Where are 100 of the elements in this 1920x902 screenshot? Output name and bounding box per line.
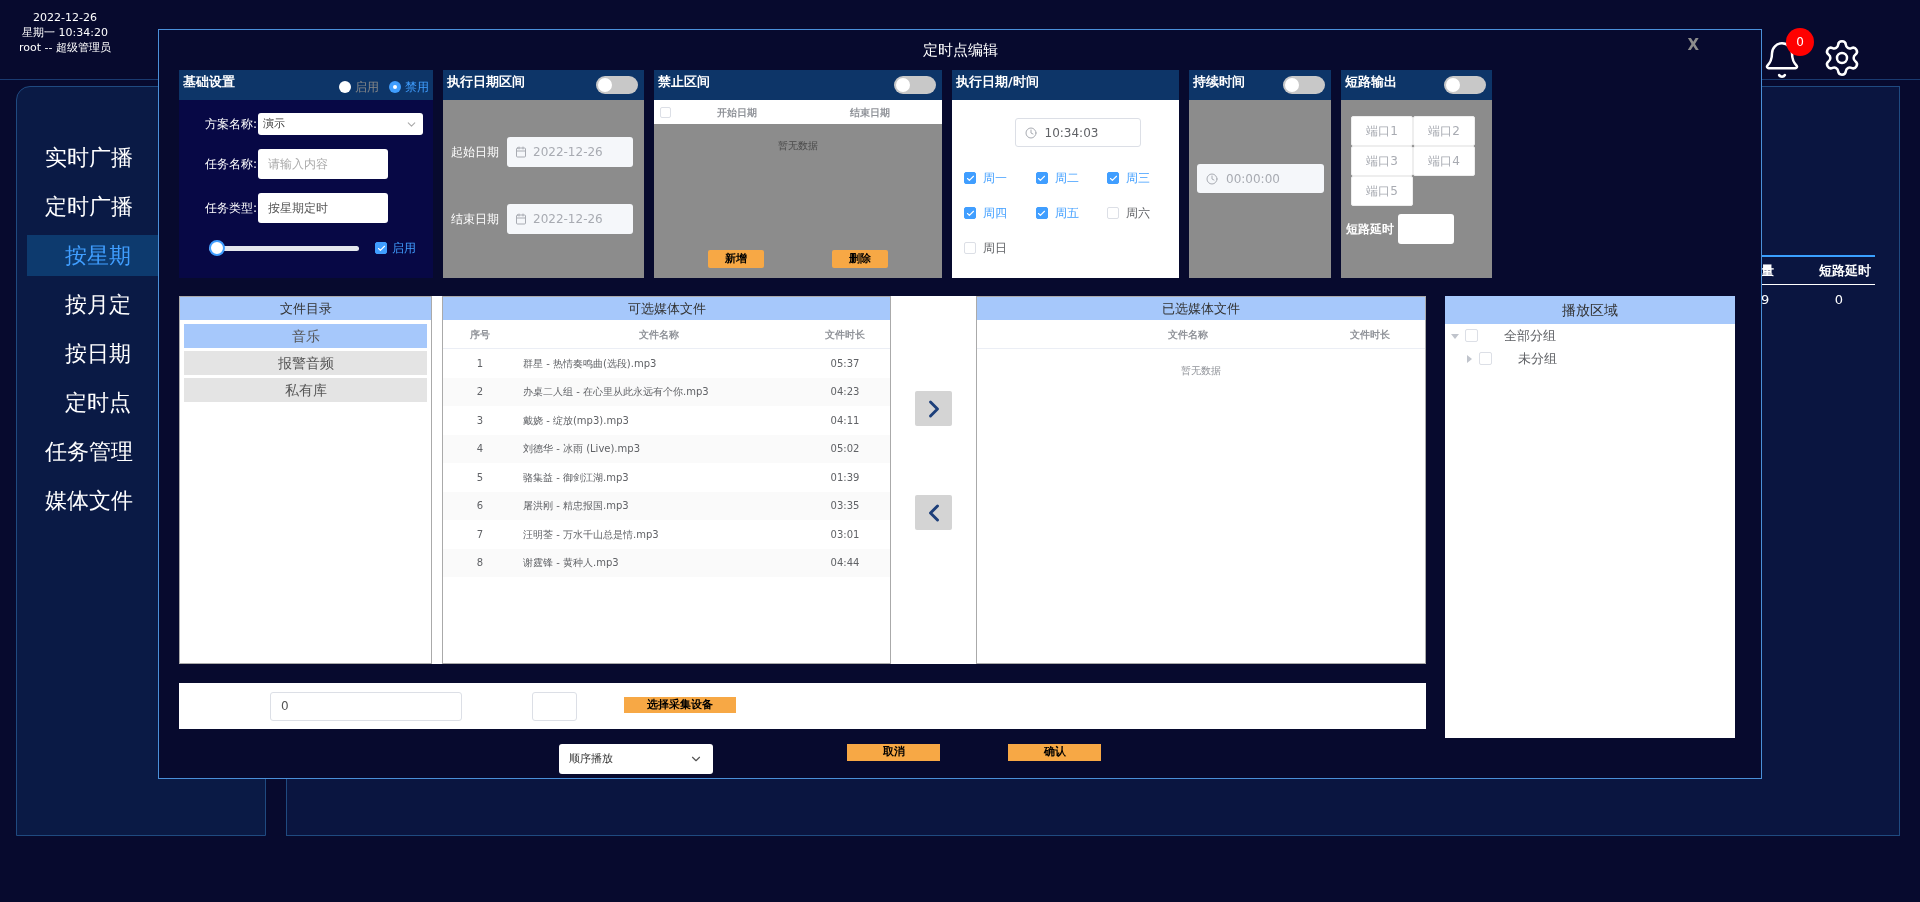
file-row[interactable]: 2 办桌二人组 - 在心里从此永远有个你.mp3 04:23: [443, 377, 890, 406]
table-cell-text: 8: [475, 556, 485, 571]
move-right-button[interactable]: [915, 391, 952, 426]
field-label: 任务类型:: [203, 200, 257, 217]
file-row[interactable]: 8 谢霆锋 - 黄种人.mp3 04:44: [443, 548, 890, 577]
checkbox-label[interactable]: 启用: [392, 239, 416, 257]
field-label: 方案名称:: [203, 116, 257, 133]
close-button[interactable]: X: [1687, 34, 1699, 57]
radio-button[interactable]: [389, 81, 401, 93]
text-input[interactable]: 请输入内容: [258, 149, 388, 179]
table-cell-text: 群星 - 热情奏鸣曲(选段).mp3: [522, 356, 658, 371]
directory-item[interactable]: 私有库: [184, 378, 427, 402]
panel-title: 禁止区间: [658, 73, 710, 91]
table-cell-text: 骆集益 - 御剑江湖.mp3: [522, 470, 630, 485]
column-header: 文件名称: [1167, 327, 1209, 342]
table-cell-text: 谢霆锋 - 黄种人.mp3: [522, 556, 620, 571]
panel-title: 持续时间: [1193, 73, 1245, 91]
clock-icon: [1206, 172, 1218, 185]
table-cell-text: 2: [475, 385, 485, 400]
caret-right-icon[interactable]: [1465, 354, 1473, 363]
field-label: 短路延时: [1346, 221, 1394, 238]
field-label: 任务名称:: [203, 156, 257, 173]
checkbox[interactable]: [964, 207, 976, 219]
column-header: 序号: [469, 327, 491, 342]
day-label[interactable]: 周日: [983, 239, 1007, 257]
volume-slider[interactable]: [209, 240, 359, 256]
date-text: 2022-12-26: [33, 10, 97, 25]
table-cell-text: 3: [475, 413, 485, 428]
table-cell-text: 01:39: [829, 470, 861, 485]
panel-header: 已选媒体文件: [977, 297, 1425, 320]
tree-node-label[interactable]: 全部分组: [1504, 325, 1556, 346]
panel-title: 执行日期区间: [447, 73, 525, 91]
panel-header: 文件目录: [180, 297, 431, 320]
time-field[interactable]: 10:34:03: [1014, 118, 1141, 147]
column-header: 文件时长: [1349, 327, 1391, 342]
table-cell-text: 03:01: [829, 527, 861, 542]
toggle-switch[interactable]: [596, 76, 638, 94]
table-cell-text: 04:44: [829, 556, 861, 571]
column-header: 结束日期: [848, 105, 891, 120]
table-cell-text: 屠洪刚 - 精忠报国.mp3: [522, 499, 630, 514]
calendar-icon: [515, 213, 527, 225]
action-button[interactable]: 新增: [708, 250, 764, 268]
table-cell-text: 0: [1834, 291, 1844, 310]
move-left-button[interactable]: [915, 495, 952, 530]
column-header: 短路延时: [1819, 261, 1872, 280]
panel-title: 基础设置: [183, 73, 235, 91]
table-cell-text: 刘德华 - 冰雨 (Live).mp3: [522, 442, 641, 457]
table-cell-text: 9: [1761, 291, 1770, 310]
directory-item[interactable]: 报警音频: [184, 351, 427, 375]
checkbox[interactable]: [1035, 207, 1048, 219]
checkbox[interactable]: [1035, 172, 1048, 184]
radio-label[interactable]: 启用: [355, 78, 379, 96]
caret-down-icon[interactable]: [1451, 331, 1459, 340]
checkbox[interactable]: [1107, 172, 1120, 184]
tree-node-label[interactable]: 未分组: [1518, 348, 1557, 369]
small-input[interactable]: [532, 691, 577, 721]
radio-label[interactable]: 禁用: [405, 78, 429, 96]
table-cell-text: 6: [475, 499, 485, 514]
table-cell-text: 1: [475, 356, 485, 371]
table-cell-text: 4: [475, 442, 485, 457]
play-mode-select[interactable]: 顺序播放: [559, 744, 713, 774]
delay-input[interactable]: [1398, 214, 1454, 244]
field-label: 结束日期: [451, 211, 500, 228]
clock-icon: [1024, 126, 1037, 139]
panel-title: 执行日期/时间: [956, 73, 1039, 91]
table-cell-text: 03:35: [829, 499, 861, 514]
table-cell-text: 04:11: [829, 413, 861, 428]
slider-thumb[interactable]: [209, 240, 225, 256]
table-cell-text: 5: [475, 470, 485, 485]
text-input[interactable]: 按星期定时: [258, 193, 388, 223]
radio-button[interactable]: [339, 81, 351, 93]
empty-text: 暂无数据: [1181, 364, 1221, 378]
notification-badge: 0: [1786, 28, 1814, 56]
column-header: 开始日期: [716, 105, 759, 120]
directory-item[interactable]: 音乐: [184, 324, 427, 348]
select-field[interactable]: 演示: [258, 113, 423, 135]
value-input[interactable]: 0: [270, 691, 462, 721]
day-label[interactable]: 周六: [1126, 204, 1151, 222]
file-row[interactable]: 6 屠洪刚 - 精忠报国.mp3 03:35: [443, 491, 890, 520]
calendar-icon: [515, 146, 527, 158]
column-header: 量: [1761, 261, 1774, 280]
table-cell-text: 05:37: [829, 356, 861, 371]
checkbox[interactable]: [964, 172, 976, 184]
file-row[interactable]: 4 刘德华 - 冰雨 (Live).mp3 05:02: [443, 434, 890, 463]
dialog-action-button[interactable]: 取消: [847, 744, 940, 761]
toggle-switch[interactable]: [894, 76, 936, 94]
toggle-switch[interactable]: [1283, 76, 1325, 94]
dialog-action-button[interactable]: 确认: [1008, 744, 1101, 761]
action-button[interactable]: 删除: [832, 250, 888, 268]
select-device-button[interactable]: 选择采集设备: [624, 697, 736, 713]
column-header: 文件名称: [637, 327, 680, 342]
table-cell-text: 办桌二人组 - 在心里从此永远有个你.mp3: [522, 385, 710, 400]
checkbox[interactable]: [375, 242, 387, 254]
column-header: 文件时长: [824, 327, 866, 342]
user-text: root -- 超级管理员: [19, 40, 111, 55]
dialog-title: 定时点编辑: [922, 39, 998, 61]
table-cell-text: 汪明荃 - 万水千山总是情.mp3: [522, 527, 660, 542]
toggle-switch[interactable]: [1444, 76, 1486, 94]
time-text: 星期一 10:34:20: [22, 25, 108, 40]
panel-title: 短路输出: [1345, 73, 1397, 91]
